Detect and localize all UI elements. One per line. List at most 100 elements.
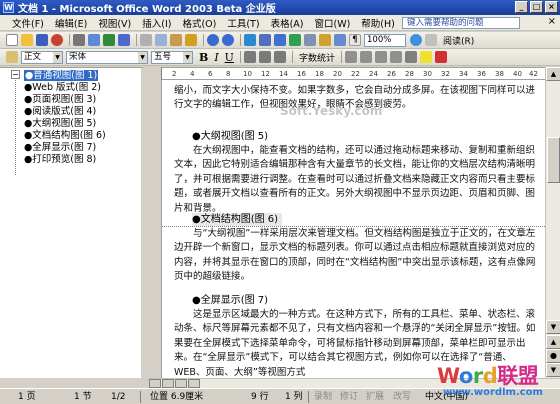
scroll-down-icon[interactable]: ▼	[546, 320, 560, 334]
map-item-print-preview[interactable]: ●打印预览(图 8)	[24, 154, 96, 165]
minimize-button[interactable]: _	[515, 1, 528, 13]
zoom-select[interactable]: 100%	[364, 33, 406, 47]
cut-icon[interactable]	[140, 34, 152, 46]
tab-selector[interactable]	[149, 67, 162, 80]
vertical-ruler[interactable]	[149, 80, 162, 378]
map-item-outline-view[interactable]: ●大纲视图(图 5)	[24, 118, 96, 129]
status-track-changes[interactable]: 修订	[340, 391, 358, 403]
open-folder-icon[interactable]	[21, 34, 33, 46]
increase-indent-icon[interactable]	[389, 51, 402, 63]
ruler-tick: 36	[477, 70, 486, 78]
ruler-tick: 4	[190, 70, 195, 78]
format-painter-icon[interactable]	[185, 34, 197, 46]
map-item-reading-layout[interactable]: ●阅读版式(图 4)	[24, 106, 96, 117]
menu-window[interactable]: 窗口(W)	[314, 16, 350, 30]
insert-excel-icon[interactable]	[289, 34, 301, 46]
close-button[interactable]: ×	[545, 1, 558, 13]
font-color-icon[interactable]	[434, 51, 447, 63]
document-map-icon[interactable]	[334, 34, 346, 46]
window-title: 文档 1 - Microsoft Office Word 2003 Beta 企…	[18, 4, 276, 15]
print-view-icon[interactable]	[175, 379, 187, 388]
new-document-icon[interactable]	[6, 34, 18, 46]
style-select[interactable]: 正文 ▼	[21, 50, 63, 64]
font-size-value: 五号	[154, 51, 172, 62]
status-line: 9 行	[251, 392, 269, 402]
read-button[interactable]: 阅读(R)	[443, 34, 474, 47]
permission-icon[interactable]	[51, 34, 63, 46]
normal-view-icon[interactable]	[149, 379, 161, 388]
styles-pane-icon[interactable]	[6, 51, 18, 63]
underline-button[interactable]: U	[225, 51, 234, 64]
map-item-page-view[interactable]: ●页面视图(图 3)	[24, 94, 96, 105]
wordcount-button[interactable]: 字数统计	[299, 51, 335, 64]
italic-button[interactable]: I	[214, 51, 218, 64]
map-item-web-layout[interactable]: ●Web 版式(图 2)	[24, 82, 101, 93]
close-document-icon[interactable]: ×	[548, 16, 556, 27]
align-right-icon[interactable]	[273, 51, 286, 63]
bold-button[interactable]: B	[199, 51, 208, 64]
menu-format[interactable]: 格式(O)	[182, 16, 216, 30]
menu-file[interactable]: 文件(F)	[12, 16, 44, 30]
print-icon[interactable]	[73, 34, 85, 46]
hyperlink-icon[interactable]	[244, 34, 256, 46]
undo-icon[interactable]	[207, 34, 219, 46]
redo-icon[interactable]	[222, 34, 234, 46]
web-view-icon[interactable]	[162, 379, 174, 388]
map-item-document-map[interactable]: ●文档结构图(图 6)	[24, 130, 106, 141]
menu-insert[interactable]: 插入(I)	[142, 16, 171, 30]
previous-page-icon[interactable]: ▲	[546, 335, 560, 349]
view-buttons	[149, 379, 201, 388]
scroll-up-icon[interactable]: ▲	[546, 67, 560, 81]
menu-table[interactable]: 表格(A)	[271, 16, 304, 30]
numbering-icon[interactable]	[344, 51, 357, 63]
toolbar-separator	[240, 34, 241, 46]
drawing-icon[interactable]	[319, 34, 331, 46]
show-hide-icon[interactable]: ¶	[349, 34, 361, 46]
logo-main-text: Word联盟	[437, 360, 539, 390]
status-extend[interactable]: 扩展	[366, 391, 384, 403]
collapse-toggle-icon[interactable]: −	[11, 70, 20, 79]
font-size-select[interactable]: 五号 ▼	[151, 50, 193, 64]
columns-icon[interactable]	[304, 34, 316, 46]
logo-chinese: 联盟	[497, 364, 539, 388]
print-preview-icon[interactable]	[88, 34, 100, 46]
chevron-down-icon: ▼	[53, 51, 62, 63]
decrease-indent-icon[interactable]	[374, 51, 387, 63]
ruler-tick: 28	[405, 70, 414, 78]
map-item-full-screen[interactable]: ●全屏显示(图 7)	[24, 142, 96, 153]
document-page[interactable]: 缩小，而文字大小保持不变。如果字数多，它会自动分成多屏。在该视图下同样可以进行文…	[162, 80, 545, 378]
copy-icon[interactable]	[155, 34, 167, 46]
outline-view-icon[interactable]	[188, 379, 200, 388]
ruler-tick: 42	[529, 70, 538, 78]
scroll-thumb[interactable]	[547, 137, 560, 183]
help-search-input[interactable]: 键入需要帮助的问题	[402, 17, 520, 29]
font-select[interactable]: 宋体 ▼	[66, 50, 148, 64]
word-app-icon[interactable]: W	[3, 2, 14, 13]
align-center-icon[interactable]	[258, 51, 271, 63]
bullets-icon[interactable]	[359, 51, 372, 63]
map-item-normal-view[interactable]: ●普通视图(图 1)	[24, 70, 99, 81]
tables-borders-icon[interactable]	[259, 34, 271, 46]
paste-icon[interactable]	[170, 34, 182, 46]
toolbar-separator	[136, 34, 137, 46]
help-icon[interactable]	[410, 34, 422, 46]
spelling-icon[interactable]	[103, 34, 115, 46]
save-icon[interactable]	[36, 34, 48, 46]
status-page-count: 1/2	[111, 392, 126, 402]
tree-line	[15, 80, 16, 175]
status-record[interactable]: 录制	[314, 391, 332, 403]
menu-view[interactable]: 视图(V)	[98, 16, 131, 30]
read-icon[interactable]	[425, 34, 437, 46]
vertical-scrollbar[interactable]: ▲ ▼ ▲ ● ▼	[545, 67, 560, 378]
menu-help[interactable]: 帮助(H)	[361, 16, 395, 30]
align-left-icon[interactable]	[243, 51, 256, 63]
highlight-icon[interactable]	[419, 51, 432, 63]
borders-icon[interactable]	[404, 51, 417, 63]
insert-table-icon[interactable]	[274, 34, 286, 46]
maximize-button[interactable]: □	[530, 1, 543, 13]
menu-tools[interactable]: 工具(T)	[227, 16, 259, 30]
horizontal-ruler[interactable]: 2 4 6 8 10 12 14 16 18 20 22 24 26 28 30…	[149, 67, 545, 80]
menu-edit[interactable]: 编辑(E)	[55, 16, 87, 30]
status-overtype[interactable]: 改写	[393, 391, 411, 403]
research-icon[interactable]	[118, 34, 130, 46]
